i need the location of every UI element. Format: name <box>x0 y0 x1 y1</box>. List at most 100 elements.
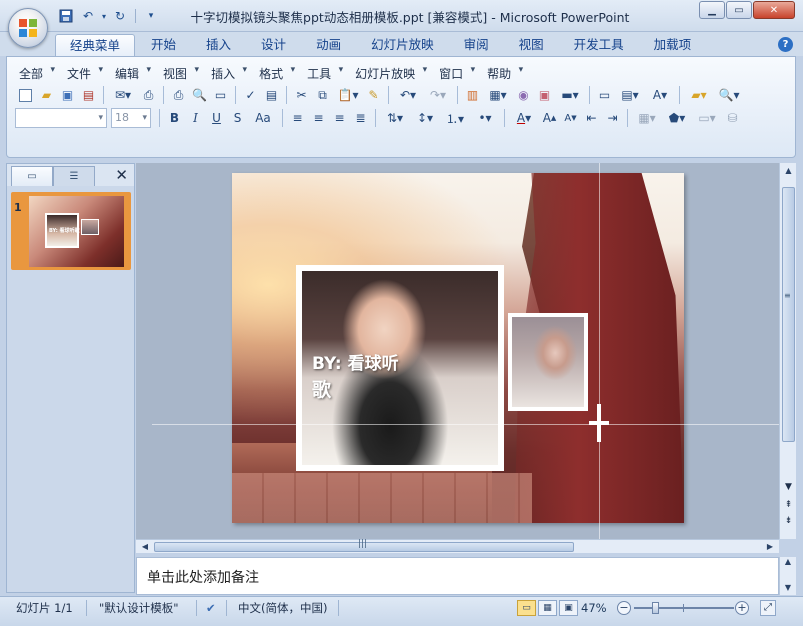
shadow-button[interactable]: S <box>227 108 248 128</box>
undo-dropdown-icon[interactable]: ▾ <box>100 7 108 25</box>
maximize-button[interactable]: ▭ <box>726 1 752 19</box>
language-indicator[interactable]: 中文(简体，中国) <box>238 597 327 619</box>
permission-icon[interactable]: ▤ <box>78 85 99 105</box>
notes-scroll-down-icon[interactable]: ▼ <box>780 583 796 595</box>
zoom-slider-track[interactable] <box>634 607 734 609</box>
slide-thumbnail[interactable]: BY: 看球听歌 <box>29 196 124 267</box>
redo-icon[interactable]: ↻ <box>110 7 130 25</box>
paint-bucket-icon[interactable]: ⛁ <box>722 108 743 128</box>
slide-text-box[interactable]: BY: 看球听 歌 <box>312 351 492 403</box>
text-direction-icon[interactable]: ⇅▾ <box>380 108 410 128</box>
line-spacing-icon[interactable]: ↕▾ <box>410 108 440 128</box>
notes-placeholder[interactable]: 单击此处添加备注 <box>147 567 259 587</box>
format-painter-icon[interactable]: ✎ <box>363 85 384 105</box>
zoom-level[interactable]: 47% <box>581 597 607 619</box>
vertical-scrollbar[interactable]: ▲ ≡ ▼ ⇞ ⇟ <box>779 163 796 539</box>
customize-qat-icon[interactable]: ▾ <box>141 7 161 25</box>
fit-to-window-icon[interactable]: ⤢ <box>760 600 776 616</box>
color-grayscale-icon[interactable]: ▬▾ <box>555 85 585 105</box>
scroll-up-icon[interactable]: ▲ <box>780 163 797 179</box>
align-left-icon[interactable]: ≡ <box>287 108 308 128</box>
menu-help[interactable]: 帮助 <box>481 65 523 82</box>
email-icon[interactable]: ✉▾ <box>108 85 138 105</box>
decrease-font-icon[interactable]: A ▼ <box>560 108 581 128</box>
tab-review[interactable]: 审阅 <box>450 34 503 56</box>
tab-view[interactable]: 视图 <box>505 34 558 56</box>
copy-icon[interactable]: ⧉ <box>312 85 333 105</box>
insert-table-icon[interactable]: ▦▾ <box>483 85 513 105</box>
shape-fill-icon[interactable]: ▭▾ <box>692 108 722 128</box>
menu-view[interactable]: 视图 <box>157 65 199 82</box>
font-color-icon[interactable]: A ▾ <box>509 108 539 128</box>
undo-icon[interactable]: ↶ <box>78 7 98 25</box>
slide-view-icon[interactable]: ▭ <box>210 85 231 105</box>
tab-insert[interactable]: 插入 <box>192 34 245 56</box>
horizontal-scrollbar[interactable]: ◀ ||| ▶ <box>136 539 779 553</box>
text-box-icon[interactable]: A▾ <box>645 85 675 105</box>
menu-file[interactable]: 文件 <box>61 65 103 82</box>
tab-addins[interactable]: 加载项 <box>640 34 706 56</box>
tab-developer[interactable]: 开发工具 <box>560 34 638 56</box>
close-panel-icon[interactable]: ✕ <box>115 166 128 184</box>
close-button[interactable]: ✕ <box>753 1 795 19</box>
design-icon[interactable]: ▦▾ <box>632 108 662 128</box>
slide-canvas[interactable]: BY: 看球听 歌 <box>232 173 684 523</box>
print-preview-icon[interactable]: 🔍 <box>189 85 210 105</box>
new-document-icon[interactable] <box>15 85 36 105</box>
slide-sorter-icon[interactable]: ▦ <box>538 600 557 616</box>
zoom-out-icon[interactable]: − <box>617 601 631 615</box>
save-icon[interactable] <box>56 7 76 25</box>
shapes-icon[interactable]: ⬟▾ <box>662 108 692 128</box>
previous-slide-icon[interactable]: ⇞ <box>780 499 797 511</box>
minimize-button[interactable]: ▁ <box>699 1 725 19</box>
open-folder-icon[interactable]: ▰ <box>36 85 57 105</box>
menu-edit[interactable]: 编辑 <box>109 65 151 82</box>
slides-tab[interactable]: ▭ <box>11 166 53 186</box>
vertical-scroll-thumb[interactable] <box>782 187 795 442</box>
cut-icon[interactable]: ✂ <box>291 85 312 105</box>
open-folder-icon[interactable]: ▰▾ <box>684 85 714 105</box>
tab-home[interactable]: 开始 <box>137 34 190 56</box>
menu-slideshow[interactable]: 幻灯片放映 <box>349 65 427 82</box>
spelling-icon[interactable]: ✓ <box>240 85 261 105</box>
paste-icon[interactable]: 📋▾ <box>333 85 363 105</box>
notes-scroll-up-icon[interactable]: ▲ <box>780 557 796 569</box>
tab-slideshow[interactable]: 幻灯片放映 <box>357 34 448 56</box>
scroll-right-icon[interactable]: ▶ <box>763 540 777 554</box>
theme-name[interactable]: "默认设计模板" <box>99 597 179 619</box>
align-center-icon[interactable]: ≡ <box>308 108 329 128</box>
normal-view-icon[interactable]: ▭ <box>517 600 536 616</box>
insert-picture-icon[interactable]: ▣ <box>534 85 555 105</box>
scroll-down-icon[interactable]: ▼ <box>780 481 797 493</box>
tab-animation[interactable]: 动画 <box>302 34 355 56</box>
align-right-icon[interactable]: ≡ <box>329 108 350 128</box>
scroll-left-icon[interactable]: ◀ <box>138 540 152 554</box>
slide-layout-icon[interactable]: ▤▾ <box>615 85 645 105</box>
menu-format[interactable]: 格式 <box>253 65 295 82</box>
tab-design[interactable]: 设计 <box>247 34 300 56</box>
bullets-icon[interactable]: •▾ <box>470 108 500 128</box>
zoom-icon[interactable]: 🔍▾ <box>714 85 744 105</box>
insert-clipart-icon[interactable]: ◉ <box>513 85 534 105</box>
new-slide-icon[interactable]: ▭ <box>594 85 615 105</box>
save-icon[interactable]: ▣ <box>57 85 78 105</box>
underline-button[interactable]: U <box>206 108 227 128</box>
outline-tab[interactable]: ☰ <box>53 166 95 186</box>
change-case-button[interactable]: Aa <box>248 108 278 128</box>
italic-button[interactable]: I <box>185 108 206 128</box>
tab-classic-menu[interactable]: 经典菜单 <box>55 34 136 56</box>
undo-icon[interactable]: ↶▾ <box>393 85 423 105</box>
zoom-in-icon[interactable]: + <box>735 601 749 615</box>
small-photo-frame[interactable] <box>508 313 588 411</box>
justify-icon[interactable]: ≣ <box>350 108 371 128</box>
redo-icon[interactable]: ↷▾ <box>423 85 453 105</box>
next-slide-icon[interactable]: ⇟ <box>780 515 797 527</box>
research-icon[interactable]: ▤ <box>261 85 282 105</box>
zoom-slider-thumb[interactable] <box>652 602 659 614</box>
publish-icon[interactable]: ⎙ <box>138 85 159 105</box>
proofing-icon[interactable]: ✔ <box>206 597 216 619</box>
vertical-guide-line[interactable] <box>599 163 600 539</box>
notes-pane[interactable]: 单击此处添加备注 <box>136 557 779 595</box>
help-icon[interactable]: ? <box>778 37 793 52</box>
print-icon[interactable]: ⎙ <box>168 85 189 105</box>
